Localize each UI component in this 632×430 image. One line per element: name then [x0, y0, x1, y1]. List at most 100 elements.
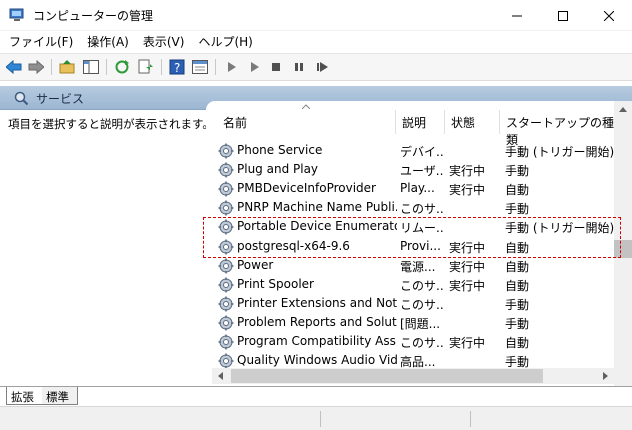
- scroll-right-button[interactable]: [597, 368, 614, 384]
- highlight-annotation: [203, 217, 621, 258]
- service-gear-icon: [218, 277, 234, 293]
- table-row[interactable]: PMBDeviceInfoProvider Play... 実行中 自動: [206, 179, 614, 198]
- tab-standard[interactable]: 標準: [42, 387, 78, 405]
- maximize-button[interactable]: [540, 0, 586, 31]
- service-gear-icon: [218, 334, 234, 350]
- table-row[interactable]: Print Spooler このサ... 実行中 自動: [206, 275, 614, 294]
- view-tabs: 拡張 標準: [0, 386, 632, 406]
- description-hint: 項目を選択すると説明が表示されます。: [8, 117, 214, 131]
- service-name: Program Compatibility Assis...: [237, 334, 397, 348]
- service-name: Problem Reports and Soluti...: [237, 314, 397, 329]
- title-bar: コンピューターの管理: [0, 0, 632, 31]
- play-icon: [228, 62, 236, 72]
- toolbar-separator: [51, 59, 52, 75]
- service-state: 実行中: [449, 259, 486, 274]
- start-service-alt-button[interactable]: [245, 58, 263, 76]
- service-startup-type: 手動: [505, 202, 530, 217]
- up-folder-button[interactable]: [58, 58, 76, 76]
- table-row[interactable]: Phone Service デバイ... 手動 (トリガー開始): [206, 141, 614, 160]
- column-header-state[interactable]: 状態: [451, 101, 475, 139]
- service-description: このサ...: [400, 297, 444, 312]
- service-gear-icon: [218, 315, 234, 331]
- computer-management-icon: [9, 8, 24, 21]
- status-bar: [0, 406, 632, 430]
- chevron-right-icon: [603, 372, 608, 380]
- service-description: このサ...: [400, 202, 444, 217]
- toolbar-separator: [215, 59, 216, 75]
- service-name: Phone Service: [237, 143, 323, 157]
- export-list-icon: [138, 59, 153, 74]
- forward-button[interactable]: [27, 58, 45, 76]
- properties-button[interactable]: [191, 58, 209, 76]
- section-title: サービス: [36, 92, 85, 106]
- description-pane: 項目を選択すると説明が表示されます。: [0, 110, 214, 384]
- service-description: このサ...: [400, 278, 444, 293]
- table-row[interactable]: PNRP Machine Name Publi... このサ... 手動: [206, 198, 614, 217]
- column-header-startup[interactable]: スタートアップの種類: [506, 101, 614, 147]
- service-name: Plug and Play: [237, 162, 319, 177]
- tab-extended[interactable]: 拡張: [6, 387, 42, 405]
- menu-help[interactable]: ヘルプ(H): [191, 31, 259, 53]
- toolbar-separator: [106, 59, 107, 75]
- table-row[interactable]: Problem Reports and Soluti... [問題... 手動: [206, 313, 614, 332]
- window-title: コンピューターの管理: [33, 9, 154, 23]
- menu-action[interactable]: 操作(A): [80, 31, 136, 53]
- service-description: [問題...: [400, 316, 441, 331]
- column-divider[interactable]: [499, 110, 500, 134]
- scroll-up-button[interactable]: [614, 101, 632, 117]
- chevron-left-icon: [218, 372, 223, 380]
- export-list-button[interactable]: [137, 58, 155, 76]
- show-hide-tree-icon: [83, 60, 99, 74]
- service-state: 実行中: [449, 183, 486, 198]
- service-description: デバイ...: [400, 145, 444, 159]
- service-startup-type: 手動: [505, 316, 530, 331]
- restart-service-button[interactable]: [313, 58, 331, 76]
- horizontal-scroll-thumb[interactable]: [231, 369, 543, 383]
- service-startup-type: 自動: [505, 278, 530, 293]
- stop-service-button[interactable]: [267, 58, 285, 76]
- service-description: ユーザ...: [400, 164, 444, 179]
- service-startup-type: 手動: [505, 164, 530, 179]
- table-row[interactable]: Power 電源... 実行中 自動: [206, 256, 614, 275]
- properties-icon: [192, 60, 208, 74]
- service-name: Power: [237, 257, 274, 272]
- status-divider: [470, 411, 471, 427]
- forward-icon: [28, 60, 44, 74]
- service-gear-icon: [218, 258, 234, 274]
- restart-icon: [317, 62, 328, 72]
- scroll-left-button[interactable]: [212, 368, 229, 384]
- column-header-description[interactable]: 説明: [402, 101, 426, 139]
- column-divider[interactable]: [395, 110, 396, 134]
- service-startup-type: 手動: [505, 297, 530, 312]
- pause-icon: [295, 63, 303, 71]
- column-header-name[interactable]: 名前: [223, 101, 247, 139]
- pause-service-button[interactable]: [290, 58, 308, 76]
- play-alt-icon: [251, 62, 259, 72]
- refresh-icon: [115, 60, 129, 74]
- start-service-button[interactable]: [222, 58, 240, 76]
- service-name: Printer Extensions and Notif...: [237, 295, 397, 310]
- service-startup-type: 自動: [505, 336, 530, 350]
- column-divider[interactable]: [444, 110, 445, 134]
- close-button[interactable]: [586, 0, 632, 31]
- stop-icon: [272, 63, 280, 71]
- table-row[interactable]: Printer Extensions and Notif...このサ... 手動: [206, 294, 614, 313]
- back-button[interactable]: [5, 58, 23, 76]
- service-name: PNRP Machine Name Publi...: [237, 200, 397, 215]
- service-name: Print Spooler: [237, 276, 314, 291]
- menu-file[interactable]: ファイル(F): [2, 31, 80, 53]
- menu-view[interactable]: 表示(V): [136, 31, 192, 53]
- service-name: Quality Windows Audio Vid...: [237, 353, 397, 368]
- minimize-icon: [512, 15, 522, 16]
- help-button[interactable]: ?: [168, 58, 186, 76]
- status-divider: [320, 411, 321, 427]
- service-gear-icon: [218, 353, 234, 369]
- service-state: 実行中: [449, 278, 486, 293]
- table-row[interactable]: Program Compatibility Assis...このサ... 実行中 自…: [206, 332, 614, 351]
- back-icon: [6, 60, 22, 74]
- refresh-button[interactable]: [113, 58, 131, 76]
- table-row[interactable]: Plug and Play ユーザ... 実行中 手動: [206, 160, 614, 179]
- service-state: 実行中: [449, 336, 486, 350]
- show-hide-tree-button[interactable]: [82, 58, 100, 76]
- minimize-button[interactable]: [494, 0, 540, 31]
